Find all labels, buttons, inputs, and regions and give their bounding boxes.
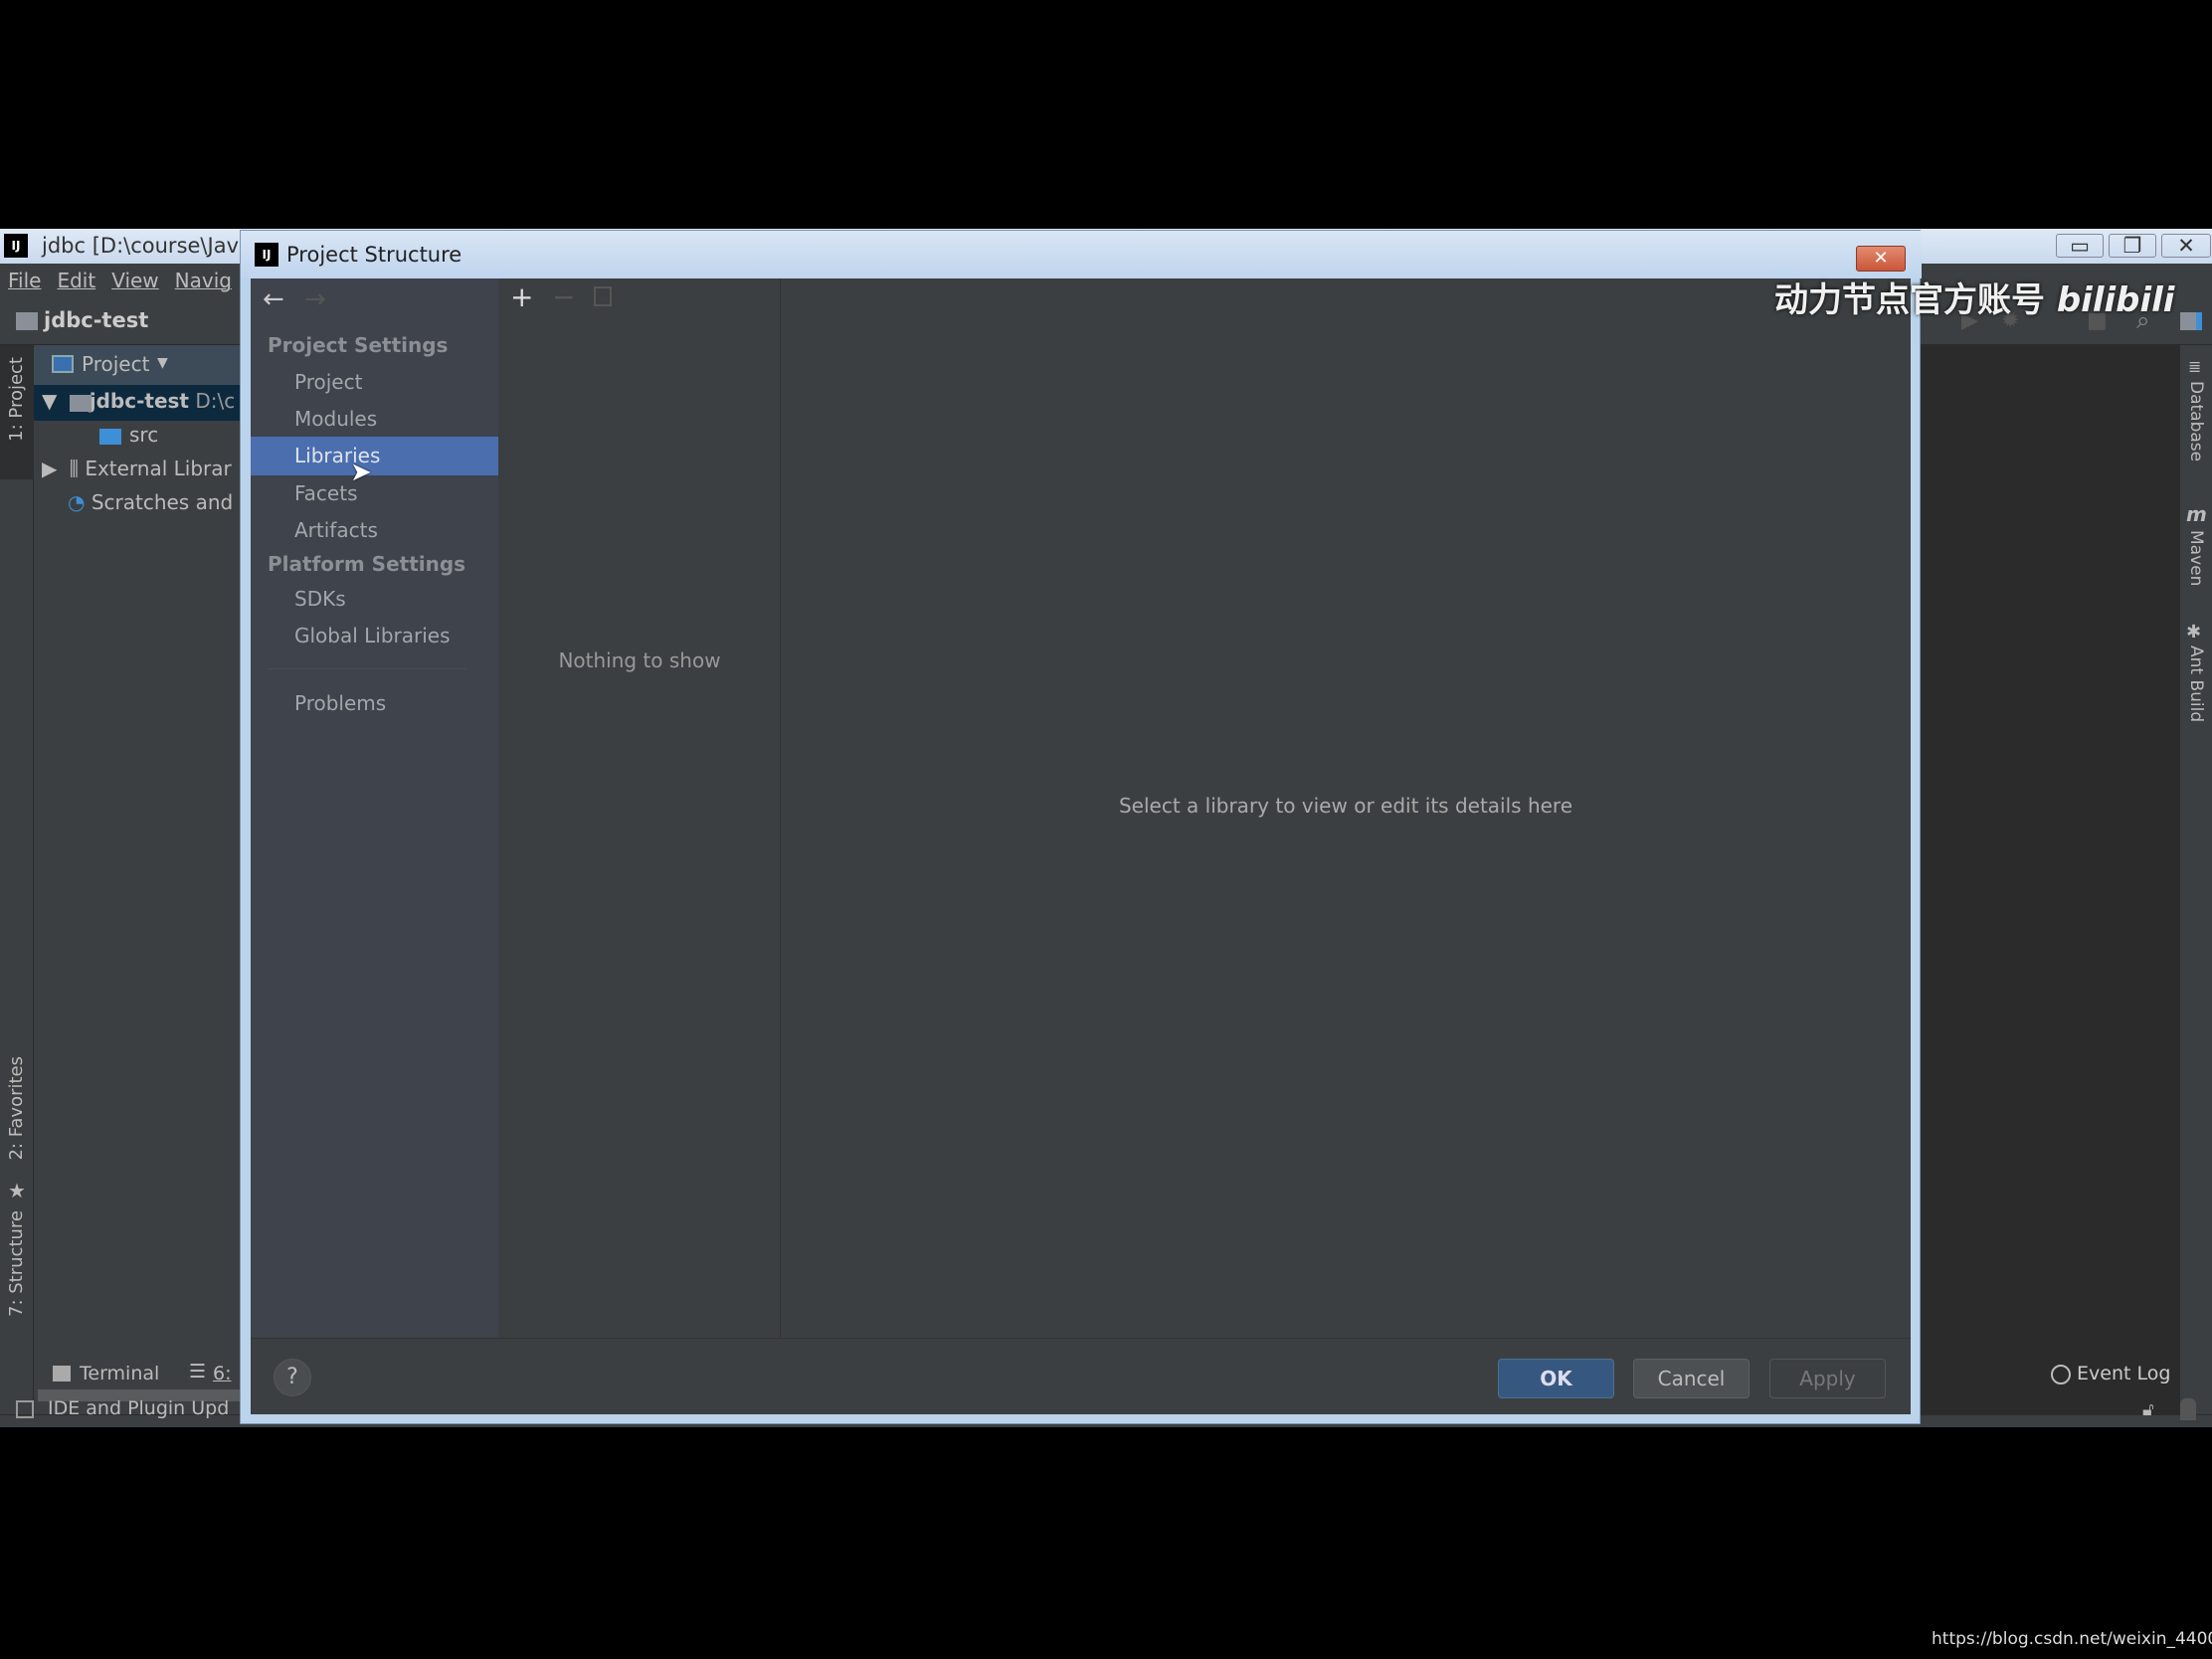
library-detail-panel: Select a library to view or edit its det… [781, 278, 1911, 1338]
intellij-logo-icon: IJ [255, 243, 278, 267]
scratches-icon: ◔ [68, 490, 86, 514]
tree-item-scratches[interactable]: ◔ Scratches and [68, 490, 233, 514]
forward-arrow-icon[interactable]: → [304, 284, 326, 314]
help-button[interactable]: ? [274, 1359, 311, 1396]
library-icon: ⫼ [69, 457, 79, 480]
ide-title: jdbc [D:\course\Java [42, 234, 252, 258]
watermark-text: 动力节点官方账号 [1774, 280, 2045, 320]
dialog-content: ← → Project Settings Project Modules Lib… [251, 278, 1911, 1414]
tab-terminal[interactable]: Terminal [80, 1363, 159, 1384]
settings-sidebar: ← → Project Settings Project Modules Lib… [251, 278, 498, 1338]
minimize-button[interactable]: ▭ [2056, 234, 2104, 258]
video-watermark: 动力节点官方账号 bilibili [1774, 273, 2174, 321]
project-view-selector[interactable]: Project [82, 352, 149, 376]
source-url: https://blog.csdn.net/weixin_44006686 [1932, 1629, 2212, 1649]
sidebar-item-facets[interactable]: Facets [294, 481, 358, 505]
tree-item-src[interactable]: src [129, 423, 158, 447]
intellij-logo-icon: IJ [4, 234, 28, 258]
empty-list-text: Nothing to show [558, 648, 721, 672]
event-log-icon [2051, 1365, 2071, 1384]
mouse-cursor-icon: ➤ [350, 458, 372, 487]
star-icon: ★ [8, 1179, 26, 1202]
detail-hint-text: Select a library to view or edit its det… [1118, 794, 1573, 818]
status-text: IDE and Plugin Upd [48, 1397, 230, 1419]
editor-area [1921, 345, 2180, 1414]
chevron-down-icon[interactable]: ▼ [157, 355, 168, 371]
menu-view[interactable]: View [111, 269, 158, 292]
ok-button[interactable]: OK [1498, 1359, 1614, 1398]
right-tool-strip: ≣ Database m Maven ✱ Ant Build [2180, 345, 2212, 1414]
menu-file[interactable]: File [8, 269, 41, 292]
sidebar-item-project[interactable]: Project [294, 370, 362, 394]
breadcrumb-project[interactable]: jdbc-test [44, 308, 148, 332]
project-structure-icon[interactable] [2180, 312, 2202, 330]
left-tool-strip: 1: Project 2: Favorites ★ 7: Structure [0, 345, 34, 1414]
sidebar-item-sdks[interactable]: SDKs [294, 587, 346, 611]
project-structure-dialog: IJ Project Structure ✕ ← → Project Setti… [240, 230, 1922, 1424]
inspector-icon[interactable] [2180, 1398, 2196, 1420]
cancel-button[interactable]: Cancel [1633, 1359, 1750, 1398]
module-folder-icon [70, 395, 92, 412]
event-log-button[interactable]: Event Log [2077, 1363, 2170, 1384]
dialog-button-bar: ? OK Cancel Apply [251, 1338, 1911, 1414]
folder-icon [99, 429, 121, 445]
tab-ant-build[interactable]: Ant Build [2186, 645, 2206, 722]
project-tool-window: Project ▼ ▼ jdbc-test D:\c src ▶ ⫼ Exter… [34, 345, 243, 1414]
tree-label: External Librar [85, 457, 232, 480]
maven-icon: m [2186, 502, 2207, 526]
tree-label: Scratches and [91, 490, 234, 514]
tab-maven[interactable]: Maven [2186, 530, 2206, 586]
back-arrow-icon[interactable]: ← [263, 284, 284, 314]
dialog-close-button[interactable]: ✕ [1856, 246, 1906, 272]
menu-navigate[interactable]: Navig [175, 269, 232, 292]
tab-structure[interactable]: 7: Structure [6, 1210, 27, 1317]
sidebar-item-problems[interactable]: Problems [294, 691, 386, 715]
sidebar-item-artifacts[interactable]: Artifacts [294, 518, 378, 542]
tab-todo[interactable]: 6: [213, 1363, 232, 1384]
ant-icon: ✱ [2186, 622, 2202, 643]
project-folder-icon [16, 312, 38, 330]
copy-icon[interactable] [594, 286, 612, 306]
tree-label: jdbc-test [89, 389, 189, 413]
library-list-panel: + − Nothing to show [498, 278, 781, 1338]
close-window-button[interactable]: ✕ [2161, 234, 2211, 258]
menu-edit[interactable]: Edit [57, 269, 95, 292]
tree-path: D:\c [195, 389, 236, 413]
add-icon[interactable]: + [510, 280, 533, 313]
todo-icon: ☰ [189, 1361, 207, 1382]
tree-item-external-libraries[interactable]: ▶ ⫼ External Librar [42, 457, 232, 480]
status-icon [16, 1400, 34, 1418]
restore-button[interactable]: ❐ [2109, 234, 2156, 258]
sidebar-divider [268, 668, 466, 669]
section-platform-settings: Platform Settings [268, 552, 466, 576]
sidebar-item-global-libraries[interactable]: Global Libraries [294, 624, 451, 647]
dialog-title-bar: IJ Project Structure ✕ [241, 231, 1922, 278]
project-view-icon [52, 355, 74, 373]
apply-button[interactable]: Apply [1769, 1359, 1886, 1398]
sidebar-item-modules[interactable]: Modules [294, 407, 377, 431]
tab-favorites[interactable]: 2: Favorites [6, 1056, 27, 1161]
section-project-settings: Project Settings [268, 333, 449, 357]
tab-project[interactable]: 1: Project [6, 357, 27, 442]
lock-icon[interactable]: 🔓︎ [2142, 1399, 2154, 1420]
bilibili-logo: bilibili [2056, 280, 2175, 320]
terminal-icon [53, 1366, 71, 1382]
tab-database[interactable]: Database [2186, 381, 2206, 461]
database-icon: ≣ [2188, 357, 2202, 376]
remove-icon[interactable]: − [552, 280, 575, 313]
dialog-title: Project Structure [286, 243, 462, 267]
